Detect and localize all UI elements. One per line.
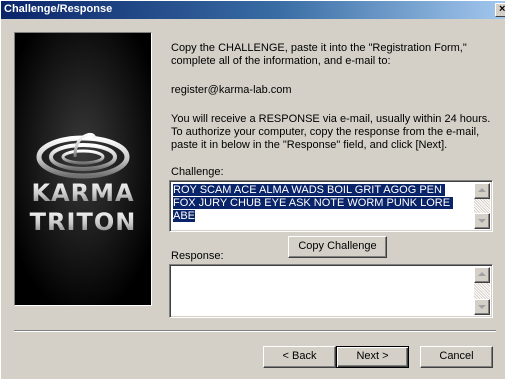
logo-text-triton: TRITON: [30, 208, 137, 236]
back-button[interactable]: < Back: [263, 346, 336, 368]
arrow-down-icon: [478, 305, 486, 309]
scroll-up-button[interactable]: [474, 267, 490, 283]
challenge-label: Challenge:: [171, 166, 224, 178]
scroll-up-button[interactable]: [474, 183, 490, 199]
response-label: Response:: [171, 250, 224, 262]
window-title: Challenge/Response: [4, 3, 113, 15]
arrow-up-icon: [478, 272, 486, 276]
next-button[interactable]: Next >: [336, 346, 409, 368]
scroll-down-button[interactable]: [474, 213, 490, 229]
title-bar[interactable]: Challenge/Response ×: [1, 1, 505, 19]
instruction-text-2: You will receive a RESPONSE via e-mail, …: [171, 113, 491, 151]
response-textarea[interactable]: [169, 264, 493, 318]
logo-panel: KARMA TRITON: [14, 32, 152, 306]
logo-text-karma: KARMA: [31, 179, 134, 207]
challenge-value: ROY SCAM ACE ALMA WADS BOIL GRIT AGOG PE…: [173, 184, 453, 222]
close-button[interactable]: ×: [495, 3, 505, 17]
close-icon: ×: [499, 3, 505, 15]
registration-email: register@karma-lab.com: [171, 84, 292, 96]
arrow-up-icon: [478, 188, 486, 192]
challenge-response-dialog: Challenge/Response × KARMA TRITON Copy t…: [0, 0, 505, 379]
challenge-scrollbar[interactable]: [474, 183, 490, 229]
footer-separator-highlight: [14, 331, 496, 332]
scroll-down-button[interactable]: [474, 299, 490, 315]
copy-challenge-button[interactable]: Copy Challenge: [288, 236, 387, 258]
cancel-button[interactable]: Cancel: [420, 346, 493, 368]
response-scrollbar[interactable]: [474, 267, 490, 315]
challenge-textarea[interactable]: ROY SCAM ACE ALMA WADS BOIL GRIT AGOG PE…: [169, 180, 493, 232]
arrow-down-icon: [478, 219, 486, 223]
karma-triton-logo: KARMA TRITON: [15, 33, 151, 305]
instruction-text-1: Copy the CHALLENGE, paste it into the "R…: [171, 42, 467, 67]
